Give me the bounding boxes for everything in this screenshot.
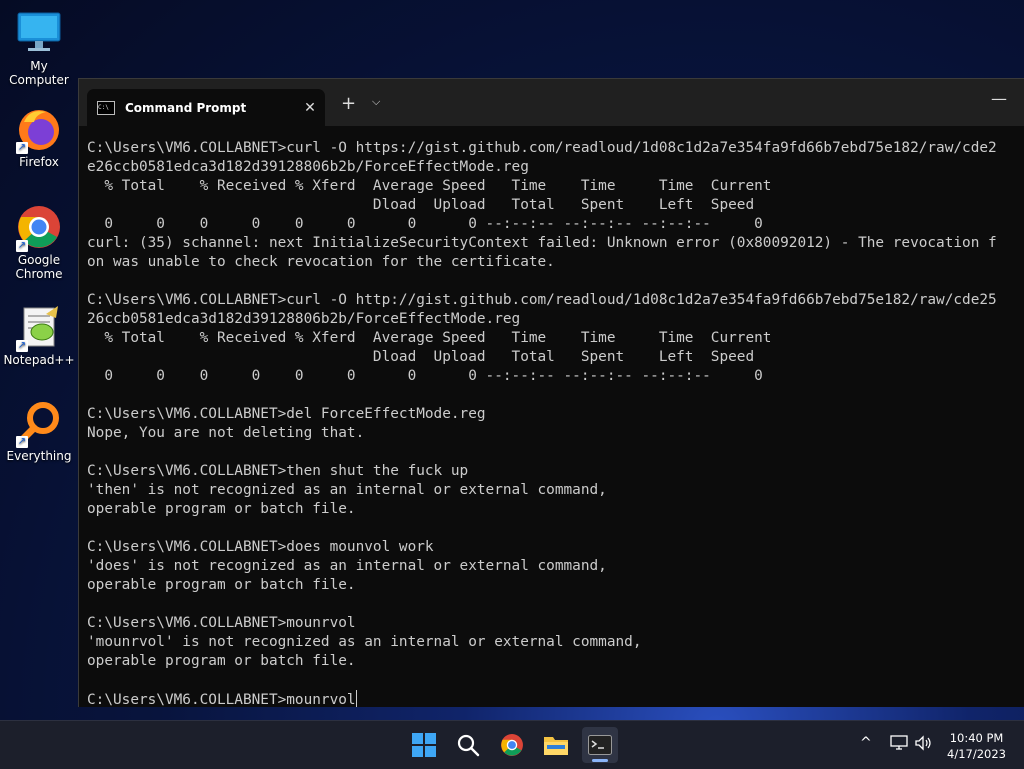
console-line: % Total % Received % Xferd Average Speed… [87, 178, 772, 194]
command-prompt-icon: C:\ [97, 100, 115, 115]
title-bar[interactable]: C:\ Command Prompt ✕ + ⌵ — [79, 79, 1024, 126]
terminal-taskbar-button[interactable] [582, 727, 618, 763]
clock-date: 4/17/2023 [947, 747, 1006, 761]
close-tab-icon[interactable]: ✕ [295, 100, 325, 116]
desktop-icon-label: Everything [6, 449, 72, 463]
notepad-plus-plus-icon: ↗ [16, 304, 62, 352]
console-line: Dload Upload Total Spent Left Speed [87, 197, 755, 213]
console-line: e26ccb0581edca3d182d39128806b2b/ForceEff… [87, 159, 529, 175]
windows-logo-icon [412, 733, 436, 757]
text-cursor [355, 690, 357, 707]
terminal-window: C:\ Command Prompt ✕ + ⌵ — C:\Users\VM6.… [78, 78, 1024, 707]
new-tab-button[interactable]: + [341, 93, 356, 114]
console-line: % Total % Received % Xferd Average Speed… [87, 330, 772, 346]
console-output[interactable]: C:\Users\VM6.COLLABNET>curl -O https://g… [87, 139, 1024, 707]
clock-time: 10:40 PM [949, 731, 1004, 745]
chevron-down-icon[interactable]: ⌵ [372, 95, 380, 109]
chrome-icon [501, 734, 523, 756]
console-line: C:\Users\VM6.COLLABNET>curl -O https://g… [87, 140, 997, 156]
network-icon[interactable] [890, 735, 908, 754]
chrome-taskbar-button[interactable] [494, 727, 530, 763]
console-line: on was unable to check revocation for th… [87, 254, 555, 270]
console-line: C:\Users\VM6.COLLABNET>mounrvol [87, 615, 356, 631]
taskbar: ^ 10:40 PM 4/17/2023 [0, 720, 1024, 769]
console-line: C:\Users\VM6.COLLABNET>del ForceEffectMo… [87, 406, 486, 422]
shortcut-arrow-icon: ↗ [16, 436, 28, 448]
console-line: C:\Users\VM6.COLLABNET>curl -O http://gi… [87, 292, 997, 308]
desktop-icon-label: Firefox [19, 155, 59, 169]
desktop-icon-firefox[interactable]: ↗ Firefox [0, 106, 78, 169]
console-line: Nope, You are not deleting that. [87, 425, 365, 441]
search-button[interactable] [450, 727, 486, 763]
console-line: 0 0 0 0 0 0 0 0 --:--:-- --:--:-- --:--:… [87, 216, 763, 232]
firefox-icon: ↗ [16, 106, 62, 154]
chevron-up-icon[interactable]: ^ [860, 735, 872, 751]
folder-icon [544, 737, 568, 755]
desktop-icon-google-chrome[interactable]: ↗ Google Chrome [0, 204, 78, 281]
shortcut-arrow-icon: ↗ [16, 340, 28, 352]
desktop-icon-label: Google Chrome [15, 253, 63, 281]
active-indicator [592, 759, 608, 762]
shortcut-arrow-icon: ↗ [16, 240, 28, 252]
desktop-icon-my-computer[interactable]: My Computer [0, 10, 78, 87]
terminal-icon [588, 735, 612, 755]
console-line: C:\Users\VM6.COLLABNET>then shut the fuc… [87, 463, 469, 479]
tab-title: Command Prompt [125, 100, 247, 115]
console-line: 'does' is not recognized as an internal … [87, 558, 607, 574]
console-line: C:\Users\VM6.COLLABNET>does mounvol work [87, 539, 434, 555]
shortcut-arrow-icon: ↗ [16, 142, 28, 154]
clock[interactable]: 10:40 PM 4/17/2023 [947, 730, 1006, 762]
desktop-icon-label: My Computer [9, 59, 69, 87]
everything-search-icon: ↗ [16, 400, 62, 448]
console-line: C:\Users\VM6.COLLABNET>mounrvol [87, 690, 357, 707]
start-button[interactable] [406, 727, 442, 763]
console-line: 0 0 0 0 0 0 0 0 --:--:-- --:--:-- --:--:… [87, 368, 763, 384]
console-line: operable program or batch file. [87, 501, 356, 517]
volume-icon[interactable] [914, 735, 932, 754]
search-icon [457, 734, 480, 757]
desktop-icon-notepad-plus-plus[interactable]: ↗ Notepad++ [0, 304, 78, 367]
console-line: 26ccb0581edca3d182d39128806b2b/ForceEffe… [87, 311, 521, 327]
console-line: Dload Upload Total Spent Left Speed [87, 349, 755, 365]
chrome-icon: ↗ [16, 204, 62, 252]
monitor-icon [16, 10, 62, 56]
console-line: operable program or batch file. [87, 577, 356, 593]
tab-command-prompt[interactable]: C:\ Command Prompt ✕ [87, 89, 325, 126]
console-line: 'then' is not recognized as an internal … [87, 482, 607, 498]
file-explorer-taskbar-button[interactable] [538, 727, 574, 763]
console-line: operable program or batch file. [87, 653, 356, 669]
console-line: curl: (35) schannel: next InitializeSecu… [87, 235, 997, 251]
minimize-button[interactable]: — [991, 89, 1007, 108]
console-line: 'mounrvol' is not recognized as an inter… [87, 634, 642, 650]
desktop-icon-label: Notepad++ [3, 353, 75, 367]
desktop-icon-everything[interactable]: ↗ Everything [0, 400, 78, 463]
